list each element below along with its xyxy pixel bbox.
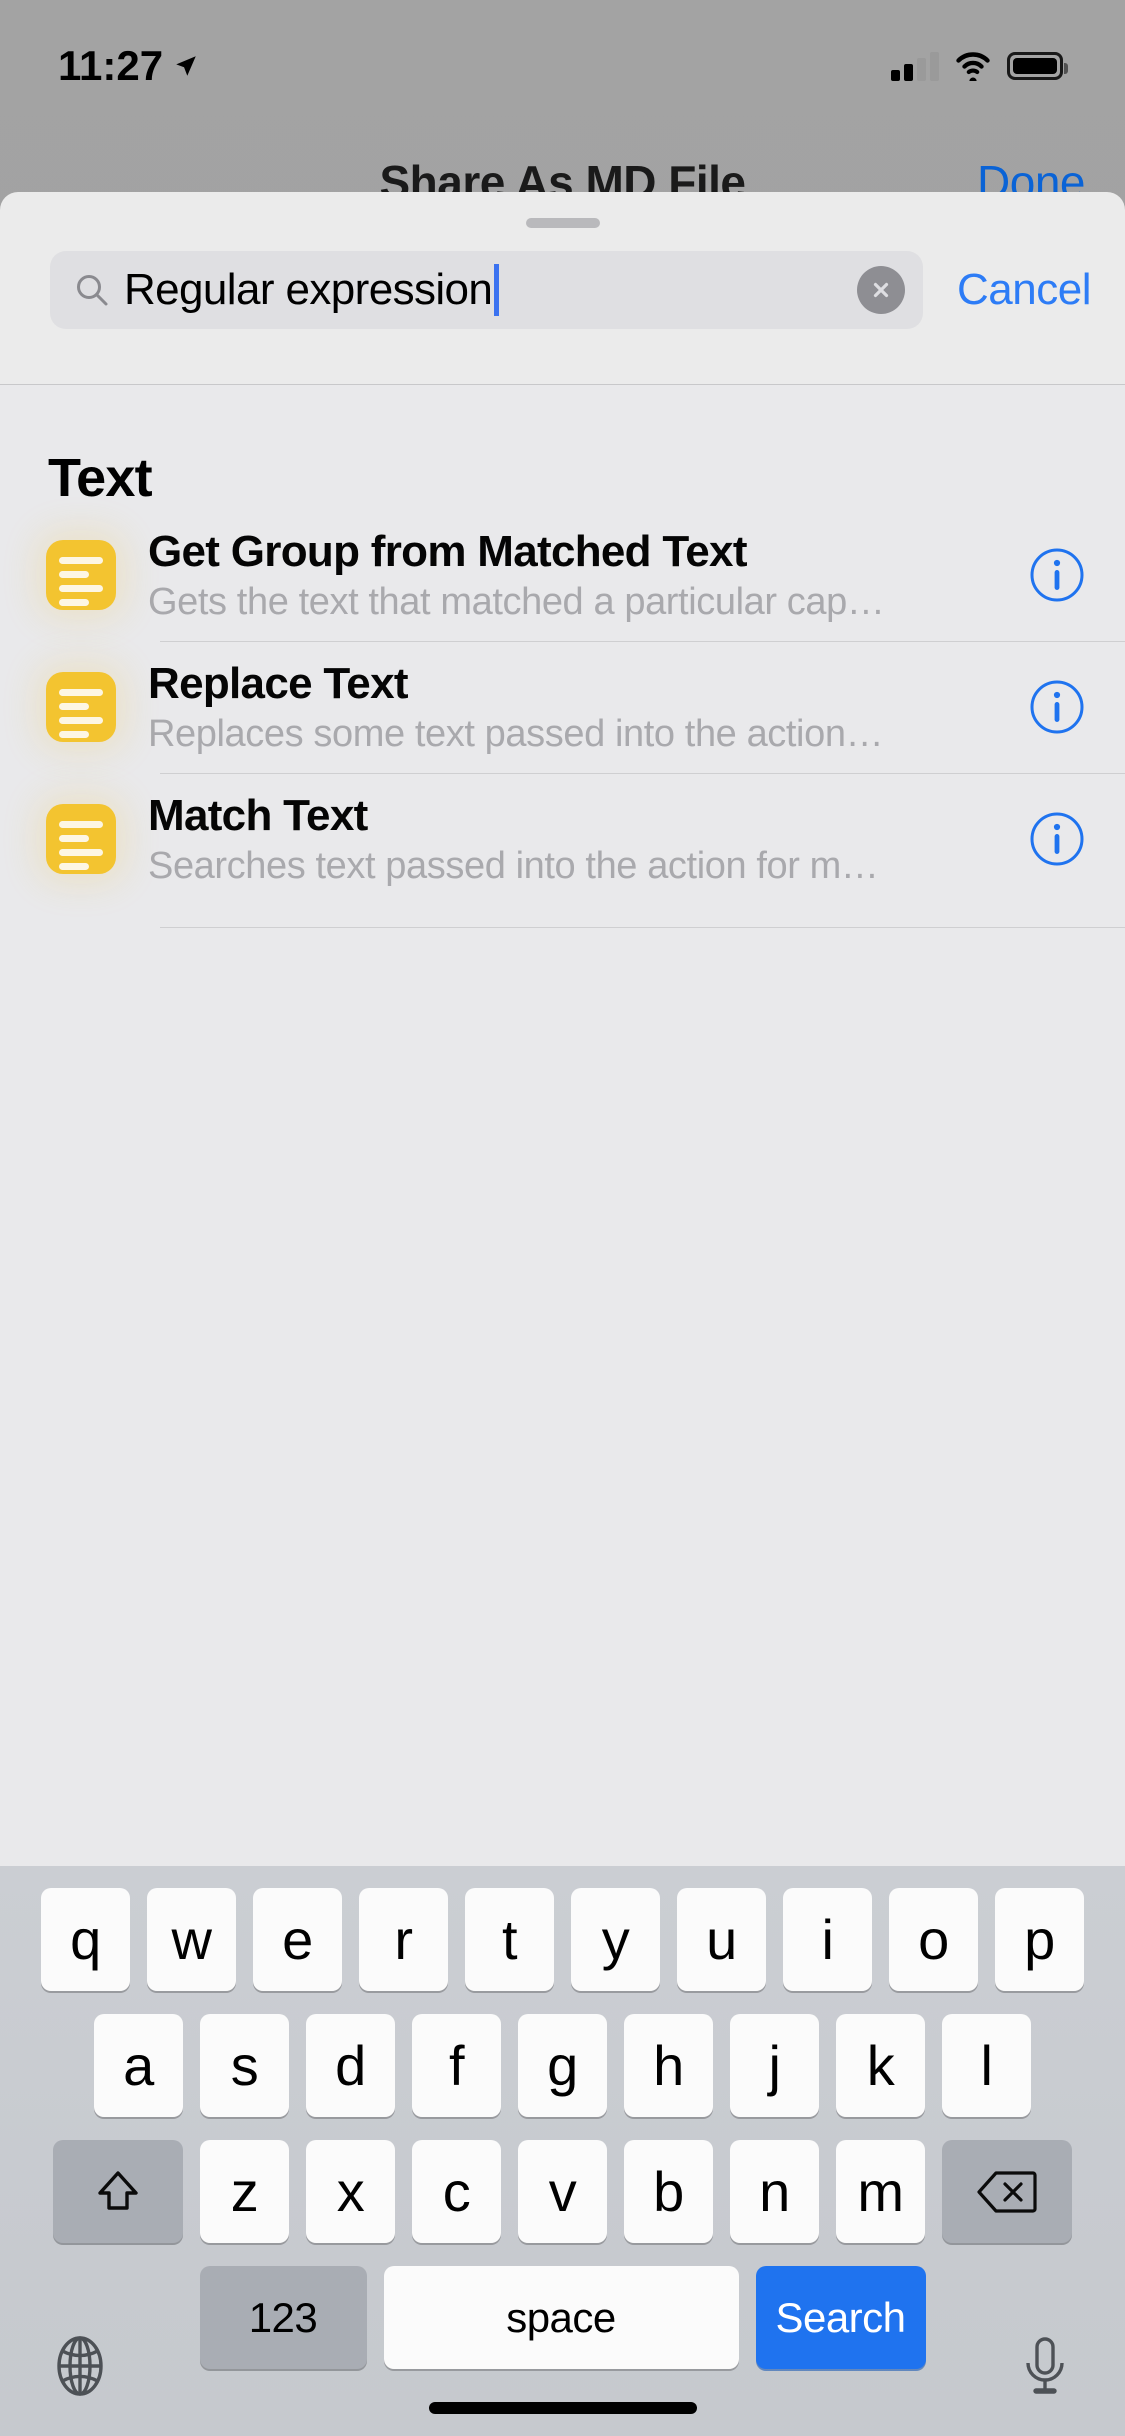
key-m[interactable]: m <box>836 2140 925 2243</box>
battery-full-icon <box>1007 52 1068 80</box>
list-item-body: Match Text Searches text passed into the… <box>116 791 1013 888</box>
status-bar: 11:27 <box>0 0 1125 132</box>
text-lines-icon <box>46 540 116 610</box>
key-p[interactable]: p <box>995 1888 1084 1991</box>
list-item-body: Get Group from Matched Text Gets the tex… <box>116 527 1013 624</box>
list-item-subtitle: Gets the text that matched a particular … <box>148 580 885 623</box>
key-n[interactable]: n <box>730 2140 819 2243</box>
shift-key[interactable] <box>53 2140 183 2243</box>
microphone-icon[interactable] <box>1013 2334 1077 2398</box>
key-h[interactable]: h <box>624 2014 713 2117</box>
key-f[interactable]: f <box>412 2014 501 2117</box>
list-bottom-divider <box>160 927 1125 928</box>
list-item[interactable]: Replace Text Replaces some text passed i… <box>0 641 1125 773</box>
cellular-bars-icon <box>891 51 939 81</box>
key-w[interactable]: w <box>147 1888 236 1991</box>
backspace-key[interactable] <box>942 2140 1072 2243</box>
search-value: Regular expression <box>124 265 493 314</box>
search-results-list: Text Get Group from Matched Text Gets th… <box>0 385 1125 1866</box>
list-item-title: Get Group from Matched Text <box>148 526 747 576</box>
key-c[interactable]: c <box>412 2140 501 2243</box>
sheet-grabber[interactable] <box>525 218 600 228</box>
keyboard-row-1: q w e r t y u i o p <box>0 1866 1125 1991</box>
list-item[interactable]: Match Text Searches text passed into the… <box>0 773 1125 905</box>
key-k[interactable]: k <box>836 2014 925 2117</box>
search-bar: Regular expression Cancel <box>0 244 1125 336</box>
on-screen-keyboard: q w e r t y u i o p a s d f g h j k l z … <box>0 1866 1125 2436</box>
text-cursor <box>494 264 500 316</box>
keyboard-row-3: z x c v b n m <box>0 2117 1125 2243</box>
info-circle-icon[interactable] <box>1029 811 1085 867</box>
list-item-subtitle: Replaces some text passed into the actio… <box>148 712 884 755</box>
wifi-icon <box>956 52 990 81</box>
status-bar-right <box>891 51 1068 81</box>
key-v[interactable]: v <box>518 2140 607 2243</box>
key-s[interactable]: s <box>200 2014 289 2117</box>
backspace-icon <box>977 2170 1037 2213</box>
key-r[interactable]: r <box>359 1888 448 1991</box>
status-bar-left: 11:27 <box>58 45 199 87</box>
results-section-header: Text <box>48 448 153 508</box>
search-icon <box>77 275 108 306</box>
info-circle-icon[interactable] <box>1029 547 1085 603</box>
text-lines-icon <box>46 804 116 874</box>
key-q[interactable]: q <box>41 1888 130 1991</box>
key-a[interactable]: a <box>94 2014 183 2117</box>
key-t[interactable]: t <box>465 1888 554 1991</box>
key-g[interactable]: g <box>518 2014 607 2117</box>
search-sheet: Regular expression Cancel Text Get Group… <box>0 192 1125 2436</box>
key-x[interactable]: x <box>306 2140 395 2243</box>
cancel-button[interactable]: Cancel <box>945 265 1103 315</box>
key-l[interactable]: l <box>942 2014 1031 2117</box>
key-z[interactable]: z <box>200 2140 289 2243</box>
key-e[interactable]: e <box>253 1888 342 1991</box>
list-item-title: Replace Text <box>148 658 408 708</box>
shift-arrow-icon <box>98 2170 138 2210</box>
list-item-body: Replace Text Replaces some text passed i… <box>116 659 1013 756</box>
key-j[interactable]: j <box>730 2014 819 2117</box>
key-o[interactable]: o <box>889 1888 978 1991</box>
keyboard-row-2: a s d f g h j k l <box>0 1991 1125 2117</box>
key-y[interactable]: y <box>571 1888 660 1991</box>
list-item-subtitle: Searches text passed into the action for… <box>148 844 879 887</box>
key-b[interactable]: b <box>624 2140 713 2243</box>
location-arrow-icon <box>176 56 196 76</box>
key-d[interactable]: d <box>306 2014 395 2117</box>
list-item-title: Match Text <box>148 790 368 840</box>
text-lines-icon <box>46 672 116 742</box>
key-i[interactable]: i <box>783 1888 872 1991</box>
info-circle-icon[interactable] <box>1029 679 1085 735</box>
search-input[interactable]: Regular expression <box>50 251 924 329</box>
phone-screen: 11:27 Share As MD File Done Regular expr… <box>0 0 1125 2436</box>
globe-icon[interactable] <box>48 2334 112 2398</box>
home-indicator[interactable] <box>428 2402 697 2414</box>
key-u[interactable]: u <box>677 1888 766 1991</box>
clear-circle-icon[interactable] <box>857 266 906 314</box>
list-item[interactable]: Get Group from Matched Text Gets the tex… <box>0 509 1125 641</box>
keyboard-bottom-bar <box>0 2296 1125 2436</box>
search-value-wrap: Regular expression <box>124 264 843 316</box>
status-bar-clock: 11:27 <box>58 42 164 89</box>
